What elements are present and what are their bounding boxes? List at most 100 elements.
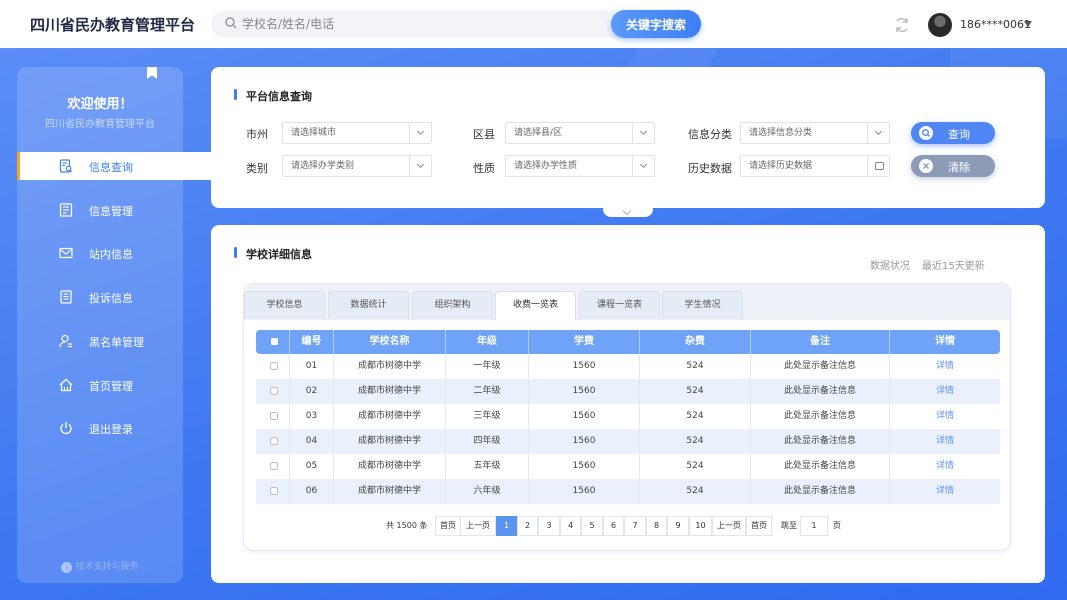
row-checkbox[interactable]	[270, 412, 278, 420]
search-input[interactable]	[242, 14, 602, 34]
detail-link[interactable]: 详情	[889, 479, 1000, 504]
collapse-toggle[interactable]	[603, 206, 653, 217]
category-select[interactable]: 请选择办学类别	[282, 155, 432, 177]
chevron-down-icon	[632, 123, 654, 143]
data-status-label: 数据状况	[870, 261, 910, 272]
data-status: 数据状况 最近15天更新	[870, 257, 985, 272]
sidebar-item-info-query[interactable]: 信息查询	[17, 152, 211, 180]
tab-data-stats[interactable]: 数据统计	[328, 291, 409, 319]
cell-tuition: 1560	[528, 379, 639, 404]
sidebar-item-info-manage[interactable]: 信息管理	[17, 196, 211, 224]
tab-fee-list[interactable]: 收费一览表	[495, 291, 576, 320]
page-button-8[interactable]: 8	[646, 516, 667, 536]
table-row: 03 成都市树德中学 三年级 1560 524 此处显示备注信息 详情	[256, 404, 1000, 429]
page-button-9[interactable]: 9	[667, 516, 689, 536]
cell-note: 此处显示备注信息	[750, 404, 889, 429]
select-all-checkbox[interactable]	[271, 338, 278, 345]
cell-id: 02	[289, 379, 333, 404]
detail-link[interactable]: 详情	[889, 454, 1000, 479]
chevron-down-icon	[409, 123, 431, 143]
cell-note: 此处显示备注信息	[750, 479, 889, 504]
first-page-button[interactable]: 首页	[435, 516, 461, 536]
tab-org-structure[interactable]: 组织架构	[412, 291, 493, 319]
column-header: 编号	[289, 330, 333, 354]
detail-link[interactable]: 详情	[889, 354, 1000, 379]
cell-note: 此处显示备注信息	[750, 379, 889, 404]
detail-link[interactable]: 详情	[889, 429, 1000, 454]
tab-course-list[interactable]: 课程一览表	[579, 291, 660, 319]
page-button-2[interactable]: 2	[517, 516, 538, 536]
sidebar-item-label: 黑名单管理	[89, 336, 144, 349]
page-button-5[interactable]: 5	[581, 516, 603, 536]
detail-link[interactable]: 详情	[889, 379, 1000, 404]
clear-button[interactable]: 清除	[911, 155, 995, 177]
sidebar-item-label: 信息查询	[89, 161, 133, 174]
query-button[interactable]: 查询	[911, 122, 995, 144]
keyword-search-button[interactable]: 关键字搜索	[611, 10, 701, 38]
city-placeholder: 请选择城市	[291, 128, 337, 138]
sidebar-item-complaints[interactable]: 投诉信息	[17, 283, 211, 311]
query-panel-title: 平台信息查询	[234, 89, 312, 103]
chevron-down-icon	[632, 156, 654, 176]
next-page-button[interactable]: 上一页	[712, 516, 746, 536]
detail-link[interactable]: 详情	[889, 404, 1000, 429]
page-suffix: 页	[833, 521, 841, 530]
row-checkbox[interactable]	[270, 487, 278, 495]
last-page-button[interactable]: 首页	[746, 516, 772, 536]
column-header: 详情	[889, 330, 1000, 354]
sidebar-item-site-messages[interactable]: 站内信息	[17, 239, 211, 267]
sidebar-item-label: 站内信息	[89, 248, 133, 261]
detail-panel: 学校详细信息 数据状况 最近15天更新 学校信息 数据统计 组织架构 收费一览表 …	[211, 225, 1045, 583]
cell-id: 03	[289, 404, 333, 429]
page-button-1[interactable]: 1	[496, 516, 517, 536]
search-doc-icon	[59, 159, 73, 173]
sidebar-item-label: 首页管理	[89, 380, 133, 393]
user-phone[interactable]: 186****0061	[960, 18, 1031, 31]
page-button-6[interactable]: 6	[603, 516, 624, 536]
sidebar-item-blacklist[interactable]: 黑名单管理	[17, 327, 211, 355]
city-select[interactable]: 请选择城市	[282, 122, 432, 144]
page-button-7[interactable]: 7	[624, 516, 646, 536]
tab-student-info[interactable]: 学生情况	[662, 291, 743, 319]
column-header: 备注	[750, 330, 889, 354]
query-panel: 平台信息查询 市州 请选择城市 区县 请选择县/区 信息分类 请选择信息分类 查…	[211, 67, 1045, 208]
nature-select[interactable]: 请选择办学性质	[505, 155, 655, 177]
category-label: 类别	[246, 162, 268, 175]
row-checkbox[interactable]	[270, 462, 278, 470]
cell-id: 06	[289, 479, 333, 504]
welcome-title: 欢迎使用！	[67, 97, 133, 112]
avatar[interactable]	[928, 13, 952, 37]
sidebar-item-logout[interactable]: 退出登录	[17, 414, 211, 442]
district-label: 区县	[473, 128, 495, 141]
cell-grade: 二年级	[445, 379, 528, 404]
district-select[interactable]: 请选择县/区	[505, 122, 655, 144]
tab-school-info[interactable]: 学校信息	[244, 291, 325, 319]
jump-page-input[interactable]: 1	[800, 516, 828, 536]
clear-button-label: 清除	[948, 161, 970, 174]
chevron-down-icon	[409, 156, 431, 176]
cell-school: 成都市树德中学	[333, 429, 445, 454]
row-checkbox[interactable]	[270, 437, 278, 445]
refresh-icon[interactable]	[893, 16, 911, 34]
tab-container: 学校信息 数据统计 组织架构 收费一览表 课程一览表 学生情况 编号 学校名称 …	[243, 283, 1011, 551]
column-header: 年级	[445, 330, 528, 354]
page-button-3[interactable]: 3	[538, 516, 560, 536]
page-button-10[interactable]: 10	[689, 516, 712, 536]
sidebar-item-home-manage[interactable]: 首页管理	[17, 371, 211, 399]
manage-doc-icon	[59, 203, 73, 217]
page-button-4[interactable]: 4	[560, 516, 581, 536]
pagination-total: 共 1500 条	[386, 516, 427, 536]
jump-label: 跳至	[781, 521, 797, 530]
total-count: 1500	[396, 521, 417, 530]
row-checkbox[interactable]	[270, 362, 278, 370]
prev-page-button[interactable]: 上一页	[460, 516, 496, 536]
city-label: 市州	[246, 128, 268, 141]
history-date-picker[interactable]: 请选择历史数据	[740, 155, 890, 177]
info-type-select[interactable]: 请选择信息分类	[740, 122, 890, 144]
row-checkbox[interactable]	[270, 387, 278, 395]
column-header: 学费	[528, 330, 639, 354]
cell-id: 01	[289, 354, 333, 379]
total-prefix: 共	[386, 521, 394, 530]
cell-grade: 六年级	[445, 479, 528, 504]
chevron-down-icon[interactable]	[1024, 21, 1032, 27]
